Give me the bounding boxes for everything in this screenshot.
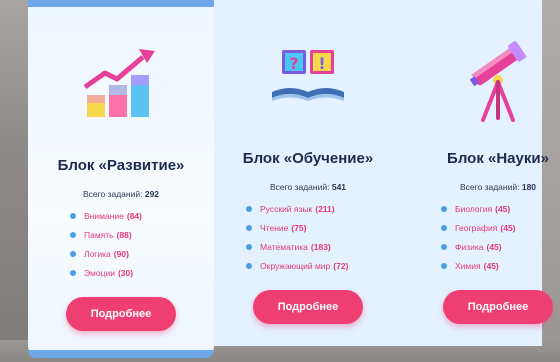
bullet-icon bbox=[246, 262, 252, 269]
bullet-icon bbox=[70, 231, 76, 238]
list-item[interactable]: География (45) bbox=[441, 218, 516, 237]
total-tasks: Всего заданий: 541 bbox=[269, 182, 347, 192]
list-item[interactable]: Биология (45) bbox=[441, 199, 516, 218]
card-learning: ? ! Блок «Обучение» Всего заданий: 541 Р… bbox=[228, 0, 388, 346]
bullet-icon bbox=[441, 243, 447, 250]
svg-text:!: ! bbox=[318, 54, 325, 73]
telescope-icon bbox=[469, 41, 527, 122]
svg-text:?: ? bbox=[289, 54, 298, 73]
bullet-icon bbox=[70, 212, 76, 219]
bullet-icon bbox=[246, 205, 252, 212]
list-item[interactable]: Русский язык (211) bbox=[246, 199, 348, 218]
list-item[interactable]: Эмоции (30) bbox=[70, 263, 142, 282]
background-left bbox=[0, 0, 28, 362]
more-button[interactable]: Подробнее bbox=[253, 290, 363, 324]
card-title: Блок «Обучение» bbox=[242, 150, 374, 167]
cards-panel: Блок «Развитие» Всего заданий: 292 Внима… bbox=[28, 0, 553, 358]
card-bottom-bar bbox=[28, 350, 214, 358]
bullet-icon bbox=[70, 269, 76, 276]
total-tasks: Всего заданий: 292 bbox=[82, 189, 160, 199]
bullet-icon bbox=[246, 243, 252, 250]
list-item[interactable]: Внимание (84) bbox=[70, 206, 142, 225]
subject-list: Внимание (84) Память (88) Логика (90) Эмоци… bbox=[70, 206, 142, 282]
growth-chart-icon bbox=[83, 49, 155, 117]
card-development: Блок «Развитие» Всего заданий: 292 Внима… bbox=[28, 0, 214, 358]
list-item[interactable]: Физика (45) bbox=[441, 237, 516, 256]
bullet-icon bbox=[246, 224, 252, 231]
bullet-icon bbox=[441, 205, 447, 212]
bullet-icon bbox=[441, 262, 447, 269]
list-item[interactable]: Память (88) bbox=[70, 225, 142, 244]
list-item[interactable]: Математика (183) bbox=[246, 237, 348, 256]
bullet-icon bbox=[70, 250, 76, 257]
list-item[interactable]: Чтение (75) bbox=[246, 218, 348, 237]
bullet-icon bbox=[441, 224, 447, 231]
card-title: Блок «Науки» bbox=[447, 150, 549, 167]
more-button[interactable]: Подробнее bbox=[443, 290, 553, 324]
subject-list: Биология (45) География (45) Физика (45) Хи… bbox=[441, 199, 516, 275]
list-item[interactable]: Логика (90) bbox=[70, 244, 142, 263]
card-sciences: Блок «Науки» Всего заданий: 180 Биология… bbox=[423, 0, 560, 346]
subject-list: Русский язык (211) Чтение (75) Математика(… bbox=[246, 199, 348, 275]
more-button[interactable]: Подробнее bbox=[66, 297, 176, 331]
card-title: Блок «Развитие» bbox=[57, 157, 185, 174]
list-item[interactable]: Химия (45) bbox=[441, 256, 516, 275]
list-item[interactable]: Окружающий мир (72) bbox=[246, 256, 348, 275]
book-quiz-icon: ? ! bbox=[272, 50, 344, 101]
total-tasks: Всего заданий: 180 bbox=[459, 182, 537, 192]
